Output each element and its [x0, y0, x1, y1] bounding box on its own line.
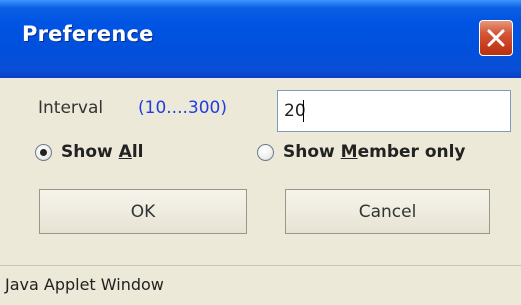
show-member-only-radio[interactable]: Show Member only	[257, 142, 466, 162]
interval-label: Interval	[38, 98, 104, 118]
interval-input[interactable]	[277, 90, 511, 132]
show-all-radio[interactable]: Show All	[35, 142, 143, 162]
close-icon	[487, 29, 505, 47]
show-member-only-label: Show Member only	[283, 142, 466, 162]
interval-range-hint: (10....300)	[138, 98, 227, 118]
radio-selected-icon	[35, 143, 52, 161]
preference-dialog: Preference Interval (10....300) Show All…	[0, 0, 521, 305]
cancel-button-label: Cancel	[358, 201, 417, 222]
ok-button[interactable]: OK	[39, 189, 247, 234]
window-title: Preference	[22, 22, 154, 46]
show-all-label: Show All	[61, 142, 144, 162]
cancel-button[interactable]: Cancel	[285, 189, 490, 234]
status-text: Java Applet Window	[5, 275, 164, 294]
radio-unselected-icon	[257, 143, 274, 161]
close-button[interactable]	[479, 20, 513, 56]
title-bar[interactable]: Preference	[0, 0, 521, 78]
ok-button-label: OK	[130, 201, 156, 222]
text-caret	[303, 100, 304, 122]
status-bar: Java Applet Window	[0, 265, 521, 305]
